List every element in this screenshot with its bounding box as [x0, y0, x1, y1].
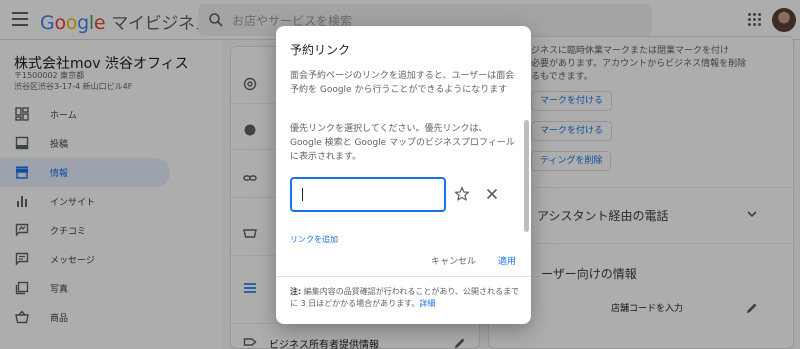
- booking-link-dialog: 予約リンク 面会予約ページのリンクを追加すると、ユーザーは面会予約を Googl…: [276, 26, 531, 324]
- scrollbar-thumb[interactable]: [524, 120, 529, 232]
- cancel-button[interactable]: キャンセル: [431, 254, 476, 267]
- dialog-scrollbar[interactable]: [524, 120, 529, 232]
- text-caret: [302, 188, 303, 201]
- star-icon[interactable]: [454, 186, 470, 202]
- close-icon[interactable]: [484, 186, 500, 202]
- dialog-divider: [276, 276, 531, 277]
- dialog-note: 注: 編集内容の品質確認が行われることがあり、公開されるまでに 3 日ほどかかる…: [290, 286, 520, 310]
- dialog-title: 予約リンク: [290, 43, 351, 57]
- apply-button[interactable]: 適用: [498, 254, 516, 267]
- booking-url-input[interactable]: [290, 177, 446, 212]
- dialog-preferred-link-description: 優先リンクを選択してください。優先リンクは、Google 検索と Google …: [290, 124, 515, 162]
- details-link[interactable]: 詳細: [419, 299, 435, 308]
- add-link-button[interactable]: リンクを追加: [290, 234, 338, 245]
- note-text: 編集内容の品質確認が行われることがあり、公開されるまでに 3 日ほどかかる場合が…: [290, 287, 520, 308]
- note-label: 注:: [290, 287, 302, 296]
- dialog-description: 面会予約ページのリンクを追加すると、ユーザーは面会予約を Google から行う…: [290, 71, 515, 95]
